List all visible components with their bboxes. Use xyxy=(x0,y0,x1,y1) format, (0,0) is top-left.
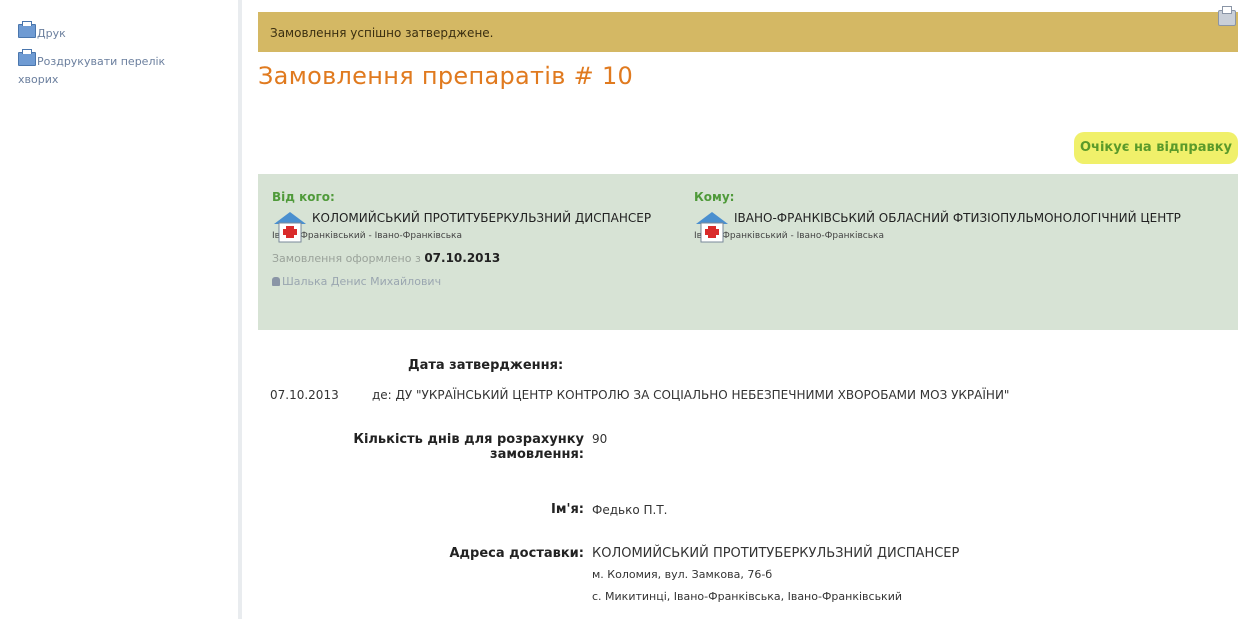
to-label: Кому: xyxy=(694,190,735,204)
user-icon xyxy=(272,277,280,286)
to-block: Кому: ІВАНО-ФРАНКІВСЬКИЙ ОБЛАСНИЙ ФТИЗІО… xyxy=(694,190,1234,243)
days-label-line2: замовлення: xyxy=(490,447,584,462)
hospital-icon xyxy=(274,212,306,243)
address-line2: м. Коломия, вул. Замкова, 76-б xyxy=(592,568,773,581)
from-region: Івано-Франківський - Івано-Франківська xyxy=(272,231,462,241)
author-name: Шалька Денис Михайлович xyxy=(282,275,442,288)
days-label-line1: Кількість днів для розрахунку xyxy=(353,432,584,447)
name-value: Федько П.Т. xyxy=(592,503,668,517)
page-title: Замовлення препаратів # 10 xyxy=(258,62,634,90)
success-notice: Замовлення успішно затверджене. xyxy=(258,12,1238,52)
to-org-name: ІВАНО-ФРАНКІВСЬКИЙ ОБЛАСНИЙ ФТИЗІОПУЛЬМО… xyxy=(734,211,1181,225)
printer-icon xyxy=(18,21,36,38)
approval-date-value: 07.10.2013 xyxy=(270,388,339,402)
approval-authority: де: ДУ "УКРАЇНСЬКИЙ ЦЕНТР КОНТРОЛЮ ЗА СО… xyxy=(372,388,1010,402)
from-label: Від кого: xyxy=(272,190,335,204)
days-label: Кількість днів для розрахунку замовлення… xyxy=(328,432,584,462)
to-region: Івано-Франківський - Івано-Франківська xyxy=(694,231,884,241)
sidebar-divider xyxy=(238,0,242,619)
status-badge: Очікує на відправку xyxy=(1073,132,1238,164)
approval-date-label: Дата затвердження: xyxy=(408,358,564,373)
name-label: Ім'я: xyxy=(551,502,584,517)
print-link[interactable]: Друк xyxy=(18,21,66,43)
order-date: Замовлення оформлено з 07.10.2013 xyxy=(272,251,672,265)
notice-text: Замовлення успішно затверджене. xyxy=(270,26,494,40)
parties-panel: Від кого: КОЛОМИЙСЬКИЙ ПРОТИТУБЕРКУЛЬЗНИ… xyxy=(258,174,1238,330)
order-date-prefix: Замовлення оформлено з xyxy=(272,252,421,265)
print-icon-button[interactable] xyxy=(1218,6,1236,26)
address-line1: КОЛОМИЙСЬКИЙ ПРОТИТУБЕРКУЛЬЗНИЙ ДИСПАНСЕ… xyxy=(592,546,960,561)
from-block: Від кого: КОЛОМИЙСЬКИЙ ПРОТИТУБЕРКУЛЬЗНИ… xyxy=(272,190,672,288)
author: Шалька Денис Михайлович xyxy=(272,275,672,288)
print-patients-label: Роздрукувати перелік хворих xyxy=(18,55,166,86)
main-content: Замовлення успішно затверджене. Замовлен… xyxy=(258,0,1238,619)
printer-icon xyxy=(18,49,36,66)
hospital-icon xyxy=(696,212,728,243)
print-label: Друк xyxy=(37,27,66,40)
sidebar: Друк Роздрукувати перелік хворих xyxy=(0,0,236,619)
address-line3: с. Микитинці, Івано-Франківська, Івано-Ф… xyxy=(592,590,902,603)
days-value: 90 xyxy=(592,432,608,446)
from-org-name: КОЛОМИЙСЬКИЙ ПРОТИТУБЕРКУЛЬЗНИЙ ДИСПАНСЕ… xyxy=(312,211,652,225)
order-date-value: 07.10.2013 xyxy=(424,251,501,265)
address-label: Адреса доставки: xyxy=(449,546,585,561)
print-patients-link[interactable]: Роздрукувати перелік хворих xyxy=(18,49,208,89)
